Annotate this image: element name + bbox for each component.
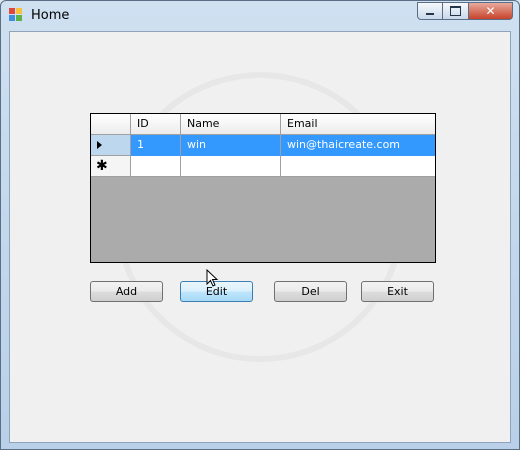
new-row[interactable]: ✱ [91,156,435,177]
column-header-id[interactable]: ID [131,114,181,135]
minimize-button[interactable] [417,2,443,20]
maximize-icon [450,6,461,16]
cell-email[interactable]: win@thaicreate.com [281,135,435,156]
caption-buttons: ✕ [417,2,513,21]
new-cell-id[interactable] [131,156,181,177]
main-window: Home ✕ ID Name Email 1 win win@thaicreat… [0,0,520,450]
title-bar[interactable]: Home ✕ [1,1,519,30]
minimize-icon [426,13,434,15]
exit-button[interactable]: Exit [361,281,434,302]
table-row[interactable]: 1 win win@thaicreate.com [91,135,435,156]
column-header-name[interactable]: Name [181,114,281,135]
new-cell-email[interactable] [281,156,435,177]
close-icon: ✕ [485,4,496,18]
close-button[interactable]: ✕ [469,2,513,20]
new-cell-name[interactable] [181,156,281,177]
row-header[interactable] [91,135,131,156]
data-grid[interactable]: ID Name Email 1 win win@thaicreate.com ✱ [90,113,436,263]
del-button[interactable]: Del [274,281,347,302]
new-row-header[interactable]: ✱ [91,156,131,177]
form-client-area: ID Name Email 1 win win@thaicreate.com ✱ [9,31,511,443]
current-row-arrow-icon [97,141,102,149]
mouse-cursor-icon [206,269,219,287]
grid-header-row: ID Name Email [91,114,435,135]
cell-id[interactable]: 1 [131,135,181,156]
window-title: Home [31,8,70,23]
column-header-email[interactable]: Email [281,114,435,135]
add-button[interactable]: Add [90,281,163,302]
app-icon [9,8,23,22]
top-left-header-cell[interactable] [91,114,131,135]
cell-name[interactable]: win [181,135,281,156]
maximize-button[interactable] [443,2,469,20]
new-row-asterisk-icon: ✱ [96,158,108,174]
